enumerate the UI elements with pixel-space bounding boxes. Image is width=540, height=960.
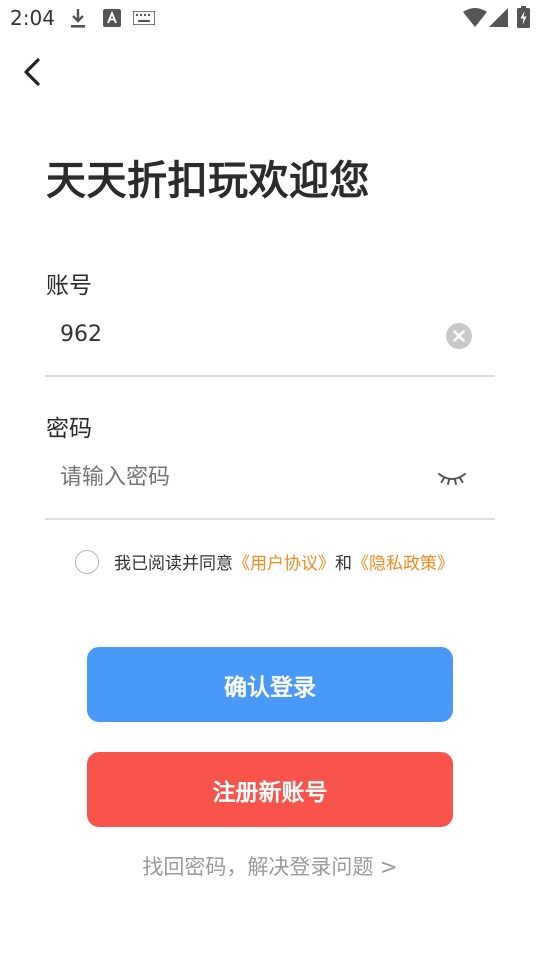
- agreement-text: 我已阅读并同意《用户协议》和《隐私政策》: [114, 550, 454, 578]
- toggle-password-visibility[interactable]: [436, 466, 468, 490]
- eye-closed-icon: [438, 473, 466, 485]
- cell-signal-icon: [489, 8, 508, 27]
- agreement-and: 和: [335, 554, 352, 574]
- agreement-checkbox[interactable]: [75, 550, 99, 574]
- privacy-policy-link[interactable]: 《隐私政策》: [352, 554, 454, 574]
- chevron-left-icon: [24, 58, 40, 86]
- page-title: 天天折扣玩欢迎您: [46, 158, 370, 204]
- keyboard-icon: [133, 11, 155, 25]
- download-icon: [71, 9, 85, 28]
- account-input[interactable]: 962: [60, 322, 102, 347]
- wifi-icon: [463, 8, 487, 27]
- register-button[interactable]: 注册新账号: [87, 752, 453, 827]
- text-app-icon: [103, 9, 121, 27]
- status-time: 2:04: [10, 6, 55, 30]
- password-divider: [45, 518, 495, 520]
- password-label: 密码: [46, 416, 92, 442]
- account-label: 账号: [46, 273, 92, 299]
- battery-charging-icon: [517, 6, 530, 28]
- password-input[interactable]: [60, 465, 400, 490]
- agreement-prefix: 我已阅读并同意: [114, 554, 233, 574]
- back-button[interactable]: [14, 52, 54, 92]
- clear-account-button[interactable]: [445, 322, 473, 350]
- user-agreement-link[interactable]: 《用户协议》: [233, 554, 335, 574]
- recover-password-link[interactable]: 找回密码，解决登录问题 >: [0, 851, 540, 881]
- account-divider: [45, 375, 495, 377]
- clear-icon: [446, 323, 472, 349]
- login-button[interactable]: 确认登录: [87, 647, 453, 722]
- status-bar: 2:04: [0, 0, 540, 36]
